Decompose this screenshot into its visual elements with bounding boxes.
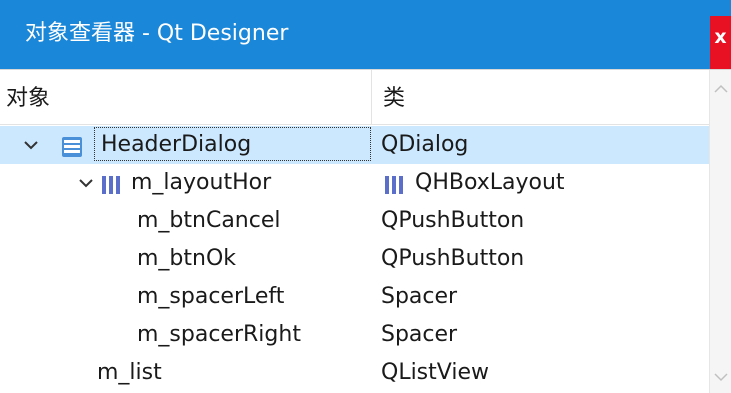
tree-row-name: m_btnCancel [137,208,281,233]
tree-row-headerdialog[interactable]: HeaderDialog QDialog [0,126,709,164]
tree-row-class: QPushButton [381,246,525,271]
window-title: 对象查看器 - Qt Designer [25,21,289,46]
hbox-layout-icon [382,172,406,196]
tree-row-m-btncancel[interactable]: m_btnCancel QPushButton [0,202,709,240]
column-header-class[interactable]: 类 [383,86,405,112]
tree-row-class: QHBoxLayout [415,170,565,195]
tree-row-m-spacerright[interactable]: m_spacerRight Spacer [0,316,709,354]
tree-row-m-btnok[interactable]: m_btnOk QPushButton [0,240,709,278]
tree-row-name: m_layoutHor [131,170,272,195]
tree-row-class: QPushButton [381,208,525,233]
tree-row-name: m_btnOk [137,246,237,271]
chevron-down-icon[interactable] [20,126,42,164]
tree-row-m-layouthor[interactable]: m_layoutHor QHBoxLayout [0,164,709,202]
object-inspector-panel: 对象 类 HeaderDialog QDialog m_layoutHor QH… [0,69,731,393]
chevron-down-icon[interactable] [75,164,97,202]
column-header-object[interactable]: 对象 [6,86,50,112]
form-icon [60,134,84,158]
tree-row-name: m_spacerLeft [137,284,285,309]
tree-row-name: HeaderDialog [101,132,252,157]
object-tree: HeaderDialog QDialog m_layoutHor QHBoxLa… [0,126,709,393]
tree-row-m-spacerleft[interactable]: m_spacerLeft Spacer [0,278,709,316]
hbox-layout-icon [99,172,123,196]
tree-row-class: Spacer [381,322,458,347]
tree-header: 对象 类 [0,70,709,125]
scroll-up-arrow-icon[interactable] [710,78,731,100]
tree-row-name: m_list [97,360,162,385]
column-divider[interactable] [371,70,372,124]
scroll-down-arrow-icon[interactable] [710,366,731,388]
tree-row-name: m_spacerRight [137,322,301,347]
tree-row-m-list[interactable]: m_list QListView [0,354,709,392]
tree-row-class: QDialog [381,132,469,157]
title-bar: 对象查看器 - Qt Designer x [0,0,731,72]
vertical-scrollbar[interactable] [709,70,731,393]
tree-row-class: Spacer [381,284,458,309]
close-button[interactable]: x [710,16,731,72]
tree-row-class: QListView [381,360,489,385]
